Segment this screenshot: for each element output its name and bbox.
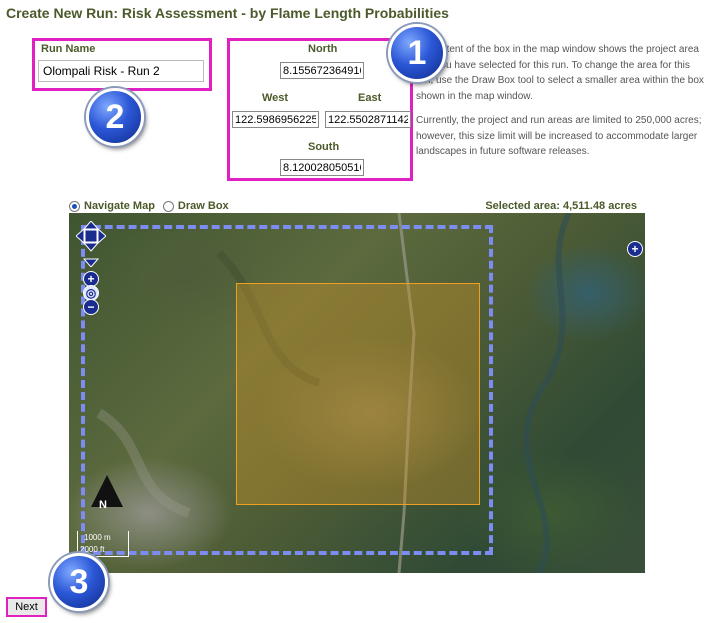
expand-layers-icon[interactable]: + <box>627 241 643 257</box>
map-mode-selector: Navigate Map Draw Box <box>69 200 229 212</box>
callout-badge-2: 2 <box>86 88 144 146</box>
map-viewport[interactable]: + ◎ − + N 1000 m 2000 ft <box>69 213 645 573</box>
project-extent-outline <box>81 225 493 555</box>
east-label: East <box>358 92 382 104</box>
callout-badge-3: 3 <box>50 553 108 611</box>
next-button[interactable]: Next <box>6 597 47 617</box>
pan-arrows-icon[interactable] <box>75 220 107 268</box>
page-title: Create New Run: Risk Assessment - by Fla… <box>6 5 449 21</box>
draw-box-radio[interactable] <box>162 200 174 212</box>
scale-top-label: 1000 m <box>84 533 111 542</box>
info-paragraph-2: Currently, the project and run areas are… <box>416 115 702 157</box>
run-name-panel: Run Name <box>32 38 212 91</box>
north-arrow-icon <box>91 475 123 507</box>
west-coordinate-input[interactable] <box>232 111 319 128</box>
west-label: West <box>262 92 289 104</box>
east-coordinate-input[interactable] <box>325 111 411 128</box>
zoom-out-icon[interactable]: − <box>83 299 99 315</box>
callout-badge-1: 1 <box>388 24 446 82</box>
south-coordinate-input[interactable] <box>280 159 364 176</box>
north-letter: N <box>99 499 107 511</box>
north-label: North <box>308 43 338 55</box>
info-paragraph-1: The extent of the box in the map window … <box>416 44 704 102</box>
navigate-map-label[interactable]: Navigate Map <box>84 200 155 212</box>
coordinates-panel: North West East South <box>227 38 413 181</box>
info-text: The extent of the box in the map window … <box>416 42 706 169</box>
south-label: South <box>308 141 340 153</box>
draw-box-label[interactable]: Draw Box <box>178 200 229 212</box>
run-name-label: Run Name <box>41 43 96 55</box>
north-coordinate-input[interactable] <box>280 62 364 79</box>
selected-area-text: Selected area: 4,511.48 acres <box>485 200 637 212</box>
navigate-map-radio[interactable] <box>69 200 80 212</box>
run-name-input[interactable] <box>38 60 204 82</box>
